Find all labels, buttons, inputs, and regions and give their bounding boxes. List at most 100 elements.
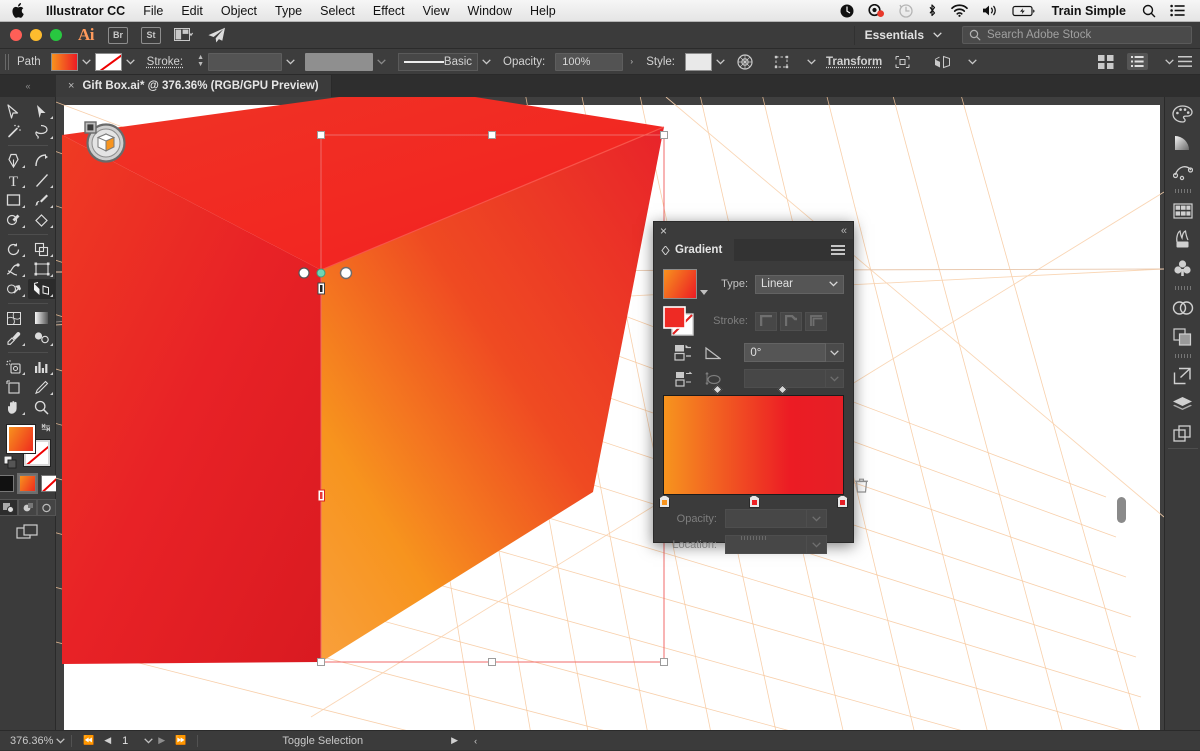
menu-type[interactable]: Type: [266, 0, 311, 22]
transform-panel-button[interactable]: Transform: [820, 56, 888, 68]
eyedropper-tool[interactable]: [0, 328, 28, 348]
draw-inside-button[interactable]: [37, 499, 56, 516]
select-similar-objects-icon[interactable]: [774, 55, 790, 69]
gradient-stop-0[interactable]: [659, 495, 670, 508]
stroke-weight-label[interactable]: Stroke:: [139, 56, 193, 68]
dock-group-grip[interactable]: [1175, 354, 1191, 358]
workspace-switcher[interactable]: Essentials: [854, 26, 952, 45]
menu-select[interactable]: Select: [311, 0, 364, 22]
search-adobe-stock-input[interactable]: Search Adobe Stock: [962, 26, 1192, 44]
panel-list-caret-icon[interactable]: [1161, 53, 1178, 71]
bluetooth-icon[interactable]: [920, 0, 944, 22]
spotlight-search-icon[interactable]: [1135, 0, 1163, 22]
rotate-tool[interactable]: [0, 239, 28, 259]
stop-location-caret-icon[interactable]: [807, 535, 827, 554]
perspective-caret-icon[interactable]: [964, 53, 981, 71]
menu-file[interactable]: File: [134, 0, 172, 22]
fill-stroke-indicator[interactable]: [663, 306, 711, 336]
gradient-within-stroke-button[interactable]: [755, 312, 777, 331]
gradient-swatch[interactable]: [19, 475, 36, 492]
gradient-angle-caret-icon[interactable]: [826, 343, 844, 362]
pencil-tool[interactable]: [0, 210, 28, 230]
status-menu-icon[interactable]: ▶: [443, 735, 466, 746]
artwork-canvas[interactable]: [56, 97, 1164, 730]
selection-tool[interactable]: [0, 101, 28, 121]
curvature-tool[interactable]: [28, 150, 56, 170]
gradient-stop-type-icon[interactable]: [663, 371, 705, 387]
gradient-end-handle[interactable]: [341, 268, 352, 279]
graphic-style-swatch[interactable]: [685, 53, 712, 71]
control-bar-menu-icon[interactable]: [1178, 56, 1192, 67]
macos-user-name[interactable]: Train Simple: [1043, 0, 1135, 22]
collapse-icon[interactable]: «: [841, 225, 847, 237]
gradient-stop-1[interactable]: [749, 495, 760, 508]
previous-page-button[interactable]: ◀: [99, 735, 116, 746]
cc-libraries-panel-icon[interactable]: [1165, 293, 1200, 322]
hand-tool[interactable]: [0, 397, 28, 417]
status-resize-icon[interactable]: ‹: [466, 736, 485, 746]
close-icon[interactable]: ×: [660, 224, 667, 238]
gradient-angle-input[interactable]: 0°: [744, 343, 826, 362]
menu-effect[interactable]: Effect: [364, 0, 414, 22]
free-transform-tool[interactable]: [28, 259, 56, 279]
reverse-gradient-icon[interactable]: [663, 344, 705, 361]
dock-group-grip[interactable]: [1175, 286, 1191, 290]
gradient-aspect-caret-icon[interactable]: [826, 369, 844, 388]
apple-icon[interactable]: [0, 3, 37, 18]
menu-app-name[interactable]: Illustrator CC: [37, 0, 134, 22]
last-page-button[interactable]: ⏩: [170, 735, 191, 746]
lasso-tool[interactable]: [28, 121, 56, 141]
minimize-window-button[interactable]: [30, 29, 42, 41]
gradient-fill-preview[interactable]: [663, 269, 697, 299]
gradient-stop-2[interactable]: [837, 495, 848, 508]
maximize-window-button[interactable]: [50, 29, 62, 41]
fill-color-swatch[interactable]: [51, 53, 78, 71]
links-panel-icon[interactable]: [1165, 361, 1200, 390]
control-bar-grip[interactable]: [5, 54, 10, 70]
line-segment-tool[interactable]: [28, 170, 56, 190]
time-machine-icon[interactable]: [892, 0, 920, 22]
gradient-ramp[interactable]: [663, 395, 844, 495]
opacity-options-icon[interactable]: ›: [623, 53, 640, 71]
delete-stop-icon[interactable]: [855, 478, 868, 493]
symbols-panel-icon[interactable]: [1165, 254, 1200, 283]
menu-object[interactable]: Object: [212, 0, 266, 22]
stroke-weight-caret-icon[interactable]: [282, 53, 299, 71]
next-page-button[interactable]: ▶: [153, 735, 170, 746]
perspective-plane-switch-widget[interactable]: [84, 121, 126, 163]
gradient-aspect-input[interactable]: [744, 369, 826, 388]
direct-selection-tool[interactable]: [28, 101, 56, 121]
paintbrush-tool[interactable]: [28, 190, 56, 210]
first-page-button[interactable]: ⏪: [78, 735, 99, 746]
swatches-panel-icon[interactable]: [1165, 196, 1200, 225]
layers-panel-icon[interactable]: [1165, 390, 1200, 419]
mesh-tool[interactable]: [0, 308, 28, 328]
stroke-weight-input[interactable]: [208, 53, 282, 71]
collapse-panel-icon[interactable]: «: [0, 75, 56, 97]
page-select-caret-icon[interactable]: [144, 731, 153, 751]
stroke-panel-icon[interactable]: [1165, 157, 1200, 186]
menu-help[interactable]: Help: [521, 0, 565, 22]
artboard-tool[interactable]: [0, 377, 28, 397]
panel-list-icon[interactable]: [1127, 53, 1148, 70]
type-tool[interactable]: T: [0, 170, 28, 190]
gradient-slider[interactable]: [663, 395, 844, 495]
magic-wand-tool[interactable]: [0, 121, 28, 141]
vertical-scrollbar[interactable]: [1117, 497, 1126, 523]
menu-window[interactable]: Window: [459, 0, 521, 22]
dock-group-grip[interactable]: [1175, 189, 1191, 193]
notification-center-icon[interactable]: [1163, 0, 1192, 22]
gradient-tool[interactable]: [28, 308, 56, 328]
shape-builder-tool[interactable]: [0, 279, 28, 299]
bridge-button[interactable]: Br: [108, 27, 128, 44]
scale-tool[interactable]: [28, 239, 56, 259]
graphic-style-caret-icon[interactable]: [712, 53, 729, 71]
gift-box-3d[interactable]: [62, 97, 664, 664]
default-fill-stroke-icon[interactable]: [4, 456, 18, 470]
arrange-windows-icon[interactable]: [1098, 55, 1114, 69]
draw-normal-button[interactable]: [0, 499, 18, 516]
wifi-icon[interactable]: [944, 0, 975, 22]
brushes-panel-icon[interactable]: [1165, 225, 1200, 254]
gradient-type-select[interactable]: Linear: [755, 275, 844, 294]
stroke-weight-stepper[interactable]: ▲▼: [193, 55, 208, 68]
